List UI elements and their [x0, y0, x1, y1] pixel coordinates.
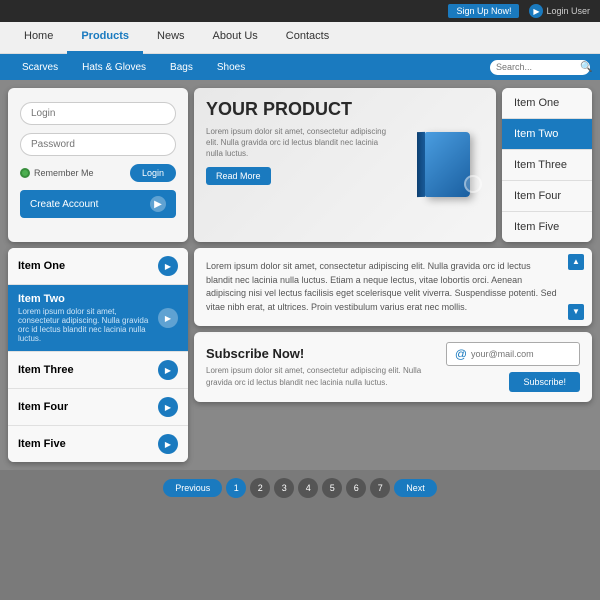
play-4[interactable]: ▶	[158, 397, 178, 417]
book-3d-icon	[417, 130, 472, 200]
nav-bar: Home Products News About Us Contacts	[0, 22, 600, 54]
page-2[interactable]: 2	[250, 478, 270, 498]
subnav-bags[interactable]: Bags	[158, 54, 205, 80]
next-button[interactable]: Next	[394, 479, 437, 497]
left-item-2[interactable]: Item Two Lorem ipsum dolor sit amet, con…	[8, 285, 188, 352]
book-side	[417, 132, 425, 197]
nav-news[interactable]: News	[143, 22, 199, 54]
top-bar: Sign Up Now! ▶ Login User	[0, 0, 600, 22]
product-title: YOUR PRODUCT	[206, 100, 396, 120]
play-5[interactable]: ▶	[158, 434, 178, 454]
left-item-4-text: Item Four	[18, 401, 68, 413]
right-item-1[interactable]: Item One	[502, 88, 592, 119]
subnav-scarves[interactable]: Scarves	[10, 54, 70, 80]
product-desc: Lorem ipsum dolor sit amet, consectetur …	[206, 126, 396, 160]
subscribe-right: @ Subscribe!	[446, 342, 580, 392]
email-at-icon: @	[455, 347, 467, 361]
user-icon: ▶	[529, 4, 543, 18]
book-circle	[464, 175, 482, 193]
play-1[interactable]: ▶	[158, 256, 178, 276]
subscribe-text: Subscribe Now! Lorem ipsum dolor sit ame…	[206, 346, 436, 387]
nav-products[interactable]: Products	[67, 22, 143, 54]
items-list-right: Item One Item Two Item Three Item Four I…	[502, 88, 592, 242]
subscribe-button[interactable]: Subscribe!	[509, 372, 580, 392]
book-front	[425, 132, 470, 197]
product-area: YOUR PRODUCT Lorem ipsum dolor sit amet,…	[194, 88, 592, 242]
password-input[interactable]	[20, 133, 176, 156]
search-input[interactable]	[496, 62, 576, 72]
content-text-panel: ▲ Lorem ipsum dolor sit amet, consectetu…	[194, 248, 592, 326]
read-more-button[interactable]: Read More	[206, 167, 271, 185]
scroll-down-btn[interactable]: ▼	[568, 304, 584, 320]
subnav-shoes[interactable]: Shoes	[205, 54, 257, 80]
left-item-1[interactable]: Item One ▶	[8, 248, 188, 285]
remember-left: Remember Me	[20, 168, 94, 178]
main-content: Remember Me Login Create Account ▶ YOUR …	[0, 80, 600, 470]
left-item-3[interactable]: Item Three ▶	[8, 352, 188, 389]
right-item-4[interactable]: Item Four	[502, 181, 592, 212]
remember-label: Remember Me	[34, 168, 94, 178]
bottom-right-col: ▲ Lorem ipsum dolor sit amet, consectetu…	[194, 248, 592, 462]
play-3[interactable]: ▶	[158, 360, 178, 380]
page-5[interactable]: 5	[322, 478, 342, 498]
login-user[interactable]: ▶ Login User	[529, 4, 590, 18]
login-panel: Remember Me Login Create Account ▶	[8, 88, 188, 242]
subnav-hats[interactable]: Hats & Gloves	[70, 54, 158, 80]
nav-contacts[interactable]: Contacts	[272, 22, 343, 54]
nav-home[interactable]: Home	[10, 22, 67, 54]
search-box[interactable]: 🔍	[490, 60, 590, 75]
create-account-bar[interactable]: Create Account ▶	[20, 190, 176, 218]
arrow-icon: ▶	[150, 196, 166, 212]
prev-button[interactable]: Previous	[163, 479, 222, 497]
subscribe-panel: Subscribe Now! Lorem ipsum dolor sit ame…	[194, 332, 592, 402]
create-account-label: Create Account	[30, 199, 98, 210]
login-user-label: Login User	[546, 6, 590, 16]
bottom-left-list: Item One ▶ Item Two Lorem ipsum dolor si…	[8, 248, 188, 462]
email-input-wrap[interactable]: @	[446, 342, 580, 366]
scroll-up-btn[interactable]: ▲	[568, 254, 584, 270]
pagination: Previous 1 2 3 4 5 6 7 Next	[0, 470, 600, 502]
page-3[interactable]: 3	[274, 478, 294, 498]
subscribe-desc: Lorem ipsum dolor sit amet, consectetur …	[206, 365, 436, 387]
search-icon: 🔍	[580, 62, 592, 73]
remember-radio[interactable]	[20, 168, 30, 178]
left-item-2-text: Item Two Lorem ipsum dolor sit amet, con…	[18, 293, 158, 343]
email-input[interactable]	[471, 349, 571, 359]
play-2[interactable]: ▶	[158, 308, 178, 328]
remember-row: Remember Me Login	[20, 164, 176, 182]
left-item-1-text: Item One	[18, 260, 65, 272]
signup-button[interactable]: Sign Up Now!	[448, 4, 519, 18]
content-paragraph: Lorem ipsum dolor sit amet, consectetur …	[206, 260, 580, 314]
page-7[interactable]: 7	[370, 478, 390, 498]
subscribe-title: Subscribe Now!	[206, 346, 436, 361]
login-button[interactable]: Login	[130, 164, 176, 182]
right-item-3[interactable]: Item Three	[502, 150, 592, 181]
nav-about[interactable]: About Us	[199, 22, 272, 54]
page-4[interactable]: 4	[298, 478, 318, 498]
sub-nav: Scarves Hats & Gloves Bags Shoes 🔍	[0, 54, 600, 80]
left-item-5[interactable]: Item Five ▶	[8, 426, 188, 462]
right-item-5[interactable]: Item Five	[502, 212, 592, 242]
product-panel: YOUR PRODUCT Lorem ipsum dolor sit amet,…	[194, 88, 496, 242]
left-item-5-text: Item Five	[18, 438, 66, 450]
product-text: YOUR PRODUCT Lorem ipsum dolor sit amet,…	[206, 100, 396, 230]
left-item-3-text: Item Three	[18, 364, 74, 376]
right-item-2[interactable]: Item Two	[502, 119, 592, 150]
page-1[interactable]: 1	[226, 478, 246, 498]
login-input[interactable]	[20, 102, 176, 125]
page-6[interactable]: 6	[346, 478, 366, 498]
left-item-4[interactable]: Item Four ▶	[8, 389, 188, 426]
product-image	[404, 100, 484, 230]
